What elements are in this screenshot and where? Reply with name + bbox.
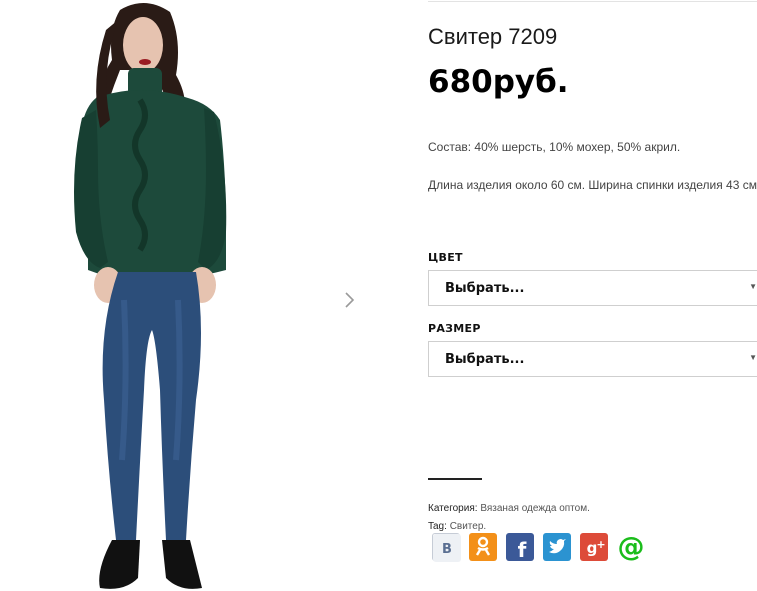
vkontakte-glyph: B	[442, 542, 452, 557]
mailru-icon: @	[618, 532, 645, 563]
odnoklassniki-share-button[interactable]	[469, 533, 497, 561]
tag-link[interactable]: Свитер.	[450, 521, 487, 532]
color-select-value: Выбрать...	[445, 281, 525, 296]
top-divider	[428, 1, 757, 2]
color-option-label: ЦВЕТ	[428, 251, 463, 264]
product-category: Категория: Вязаная одежда оптом.	[428, 503, 590, 514]
twitter-share-button[interactable]	[543, 533, 571, 561]
vkontakte-icon: B	[433, 534, 461, 562]
svg-text:+: +	[596, 538, 605, 551]
product-composition: Состав: 40% шерсть, 10% мохер, 50% акрил…	[428, 140, 681, 154]
product-photo	[74, 2, 227, 589]
chevron-down-icon: ▼	[749, 353, 757, 362]
size-select[interactable]: Выбрать... ▼	[428, 341, 757, 377]
next-image-arrow-icon[interactable]	[342, 290, 358, 310]
size-select-value: Выбрать...	[445, 352, 525, 367]
section-divider	[428, 478, 482, 480]
product-title: Свитер 7209	[428, 24, 558, 49]
svg-text:@: @	[618, 533, 645, 561]
category-link[interactable]: Вязаная одежда оптом.	[480, 503, 590, 514]
size-option-label: РАЗМЕР	[428, 322, 481, 335]
google-plus-share-button[interactable]: g +	[580, 533, 608, 561]
twitter-icon	[543, 533, 571, 561]
tag-label: Tag:	[428, 521, 447, 532]
product-tags: Tag: Свитер.	[428, 521, 486, 532]
color-select[interactable]: Выбрать... ▼	[428, 270, 757, 306]
product-image-gallery	[0, 0, 370, 591]
product-info: Свитер 7209 680руб. Состав: 40% шерсть, …	[428, 0, 757, 591]
chevron-down-icon: ▼	[749, 282, 757, 291]
product-price: 680руб.	[428, 64, 569, 100]
category-label: Категория:	[428, 503, 478, 514]
mailru-share-button[interactable]: @	[617, 532, 645, 563]
svg-text:f: f	[518, 538, 527, 561]
facebook-share-button[interactable]: f	[506, 533, 534, 562]
product-dimensions: Длина изделия около 60 см. Ширина спинки…	[428, 178, 757, 192]
odnoklassniki-icon	[469, 533, 497, 561]
google-plus-icon: g +	[580, 533, 608, 561]
vkontakte-share-button[interactable]: B	[432, 533, 461, 562]
facebook-icon: f	[506, 533, 534, 562]
